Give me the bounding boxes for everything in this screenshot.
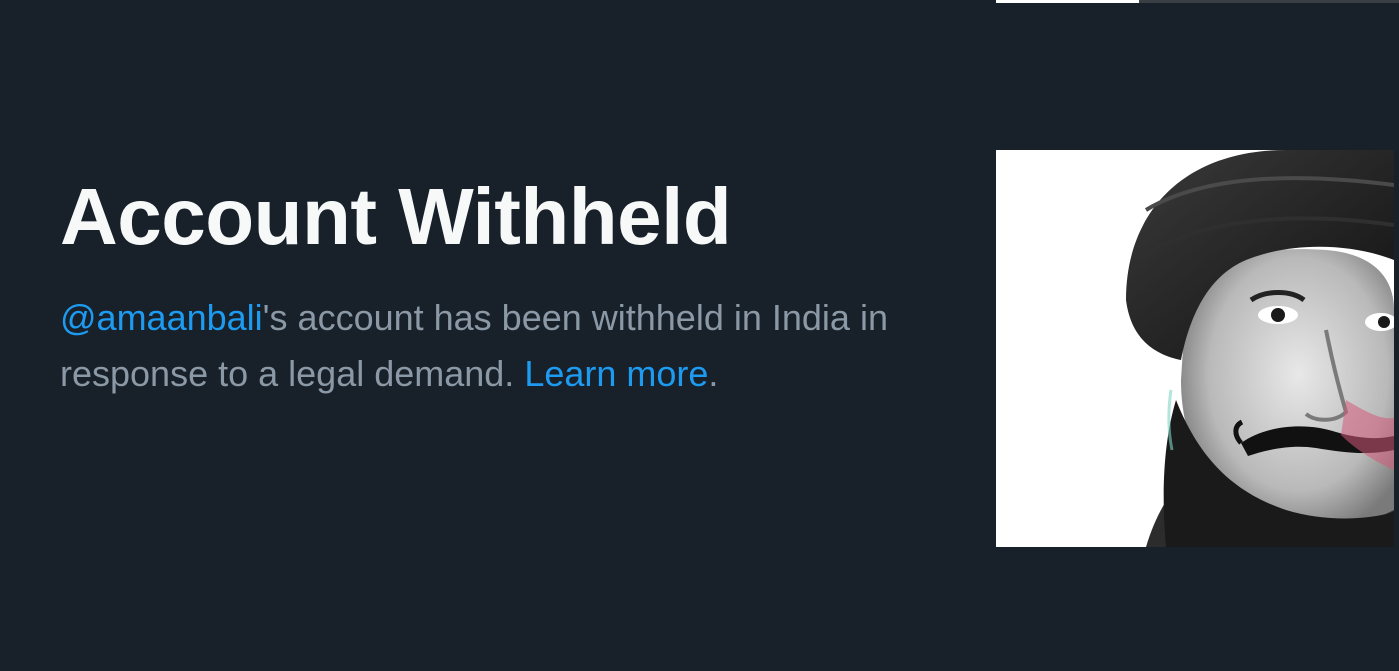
- banner-image-edge: [996, 0, 1399, 3]
- profile-avatar[interactable]: [996, 150, 1394, 547]
- notice-title: Account Withheld: [60, 172, 732, 261]
- account-handle-link[interactable]: @amaanbali: [60, 297, 263, 338]
- notice-message-period: .: [708, 353, 719, 394]
- learn-more-link[interactable]: Learn more: [524, 353, 708, 394]
- notice-message: @amaanbali's account has been withheld i…: [60, 290, 990, 402]
- withheld-account-page: Account Withheld @amaanbali's account ha…: [0, 0, 1399, 671]
- withheld-notice: Account Withheld @amaanbali's account ha…: [60, 170, 990, 402]
- profile-photo-icon: [996, 150, 1394, 547]
